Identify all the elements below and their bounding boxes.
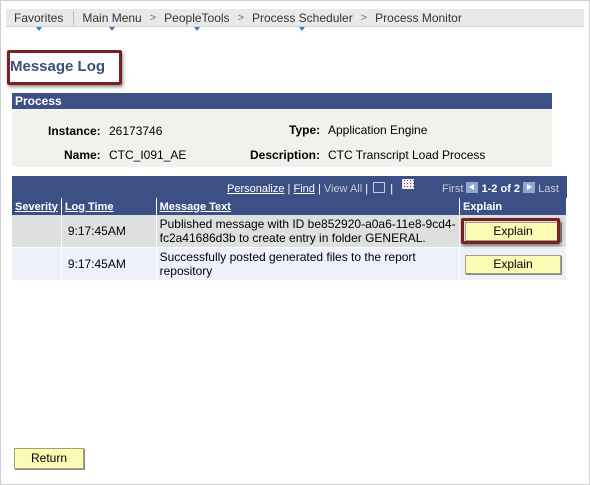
breadcrumb-process-monitor[interactable]: Process Monitor — [373, 11, 464, 25]
breadcrumb-label: PeopleTools — [164, 10, 230, 25]
grid-navigation-bar: Personalize | Find | View All | | First … — [12, 176, 567, 198]
divider — [73, 10, 75, 25]
chevron-right-icon: > — [360, 11, 368, 24]
chevron-right-icon: > — [149, 11, 157, 24]
breadcrumb-label: Process Scheduler — [252, 10, 353, 25]
explain-button[interactable]: Explain — [465, 254, 561, 274]
message-text-cell: Successfully posted generated files to t… — [156, 247, 461, 281]
instance-value: 26173746 — [109, 124, 163, 138]
personalize-link[interactable]: Personalize — [227, 183, 284, 195]
breadcrumb-favorites[interactable]: Favorites — [12, 10, 65, 31]
breadcrumb-label: Favorites — [14, 10, 64, 25]
type-label: Type: — [289, 123, 321, 137]
breadcrumb-label: Main Menu — [82, 10, 142, 25]
type-value: Application Engine — [328, 123, 428, 137]
severity-cell — [12, 247, 62, 281]
message-text-cell: Published message with ID be852920-a0a6-… — [156, 215, 461, 248]
name-value: CTC_I091_AE — [109, 148, 187, 162]
pager: First 1-2 of 2 Last — [442, 182, 559, 195]
process-group-header: Process — [12, 93, 552, 109]
log-time-cell: 9:17:45AM — [61, 215, 157, 248]
view-all-link[interactable]: View All — [324, 183, 362, 195]
row-range: 1-2 of 2 — [481, 183, 521, 195]
divider: | — [390, 183, 394, 195]
explain-cell: Explain — [459, 247, 567, 281]
column-header-explain: Explain — [459, 198, 567, 215]
previous-arrow-icon[interactable] — [466, 182, 479, 193]
chevron-down-icon — [299, 26, 306, 31]
breadcrumb: Favorites Main Menu > PeopleTools > Proc… — [6, 9, 584, 31]
process-group-body: Instance: 26173746 Type: Application Eng… — [12, 109, 552, 167]
explain-highlight-box — [461, 218, 560, 244]
last-link[interactable]: Last — [538, 183, 559, 195]
chevron-down-icon — [193, 26, 200, 31]
log-time-cell: 9:17:45AM — [61, 247, 157, 281]
breadcrumb-label: Process Monitor — [375, 10, 462, 25]
table-row: 9:17:45AM Successfully posted generated … — [12, 247, 567, 281]
description-label: Description: — [250, 148, 321, 162]
download-grid-icon[interactable] — [402, 179, 414, 189]
find-link[interactable]: Find — [293, 183, 314, 195]
breadcrumb-main-menu[interactable]: Main Menu — [80, 10, 143, 31]
new-window-icon[interactable] — [373, 182, 386, 193]
divider: | — [365, 183, 372, 195]
description-value: CTC Transcript Load Process — [328, 148, 486, 162]
chevron-down-icon — [109, 26, 116, 31]
next-arrow-icon[interactable] — [523, 182, 536, 193]
column-header-log-time[interactable]: Log Time — [61, 198, 157, 215]
chevron-right-icon: > — [237, 11, 244, 24]
column-header-severity[interactable]: Severity — [12, 198, 62, 215]
column-header-message-text[interactable]: Message Text — [156, 198, 461, 215]
first-link[interactable]: First — [442, 183, 463, 195]
title-highlight-box — [7, 50, 122, 85]
severity-cell — [12, 215, 62, 248]
return-button[interactable]: Return — [14, 448, 84, 469]
name-label: Name: — [64, 148, 101, 162]
grid-links: Personalize | Find | View All | | — [227, 182, 393, 195]
instance-label: Instance: — [48, 124, 101, 138]
chevron-down-icon — [35, 26, 42, 31]
breadcrumb-process-scheduler[interactable]: Process Scheduler — [250, 10, 355, 31]
breadcrumb-peopletools[interactable]: PeopleTools — [162, 10, 231, 31]
